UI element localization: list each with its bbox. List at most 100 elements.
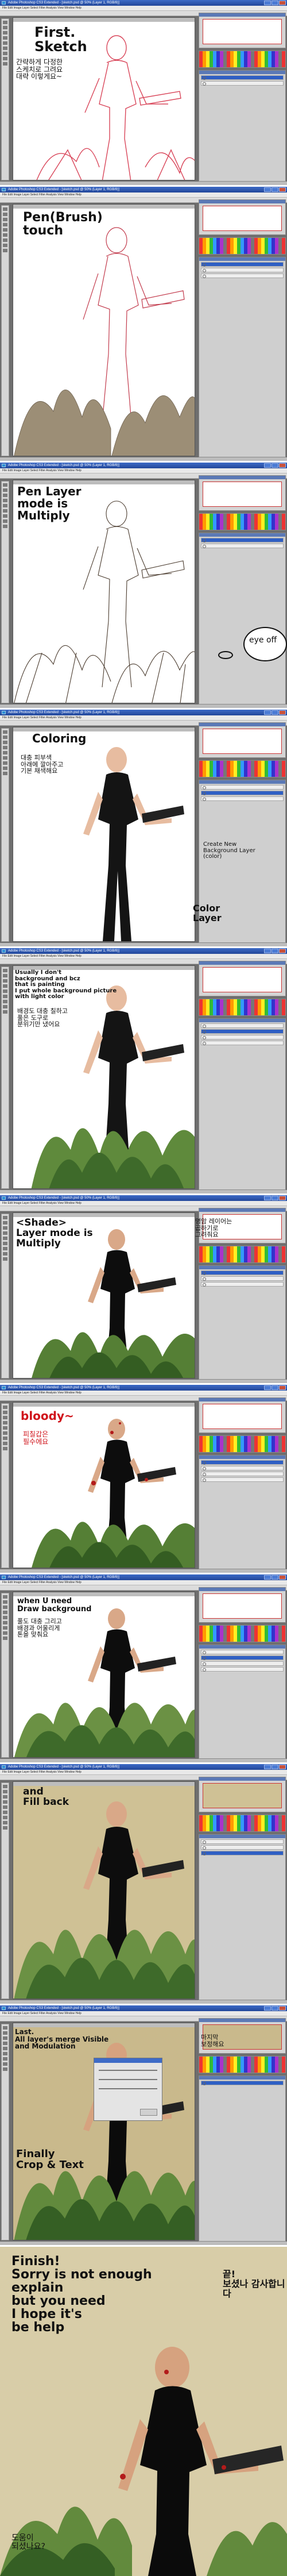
brush-tool-icon[interactable] <box>3 223 7 226</box>
navigator-panel[interactable] <box>199 13 286 48</box>
eye-icon[interactable] <box>203 275 206 278</box>
zoom-tool-icon[interactable] <box>3 525 7 528</box>
layer-row[interactable] <box>201 274 284 278</box>
menu-bar[interactable]: File Edit Image Layer Select Filter Anal… <box>0 1770 287 1775</box>
lasso-tool-icon[interactable] <box>3 2036 7 2040</box>
eye-icon[interactable] <box>203 1467 206 1470</box>
layer-row[interactable] <box>201 1650 284 1654</box>
document-canvas[interactable] <box>13 204 195 456</box>
window-titlebar[interactable]: Adobe Photoshop CS3 Extended - [sketch.p… <box>0 187 287 192</box>
tools-panel[interactable] <box>1 1403 9 1568</box>
menu-bar[interactable]: File Edit Image Layer Select Filter Anal… <box>0 1580 287 1585</box>
window-titlebar[interactable]: Adobe Photoshop CS3 Extended - [sketch.p… <box>0 1195 287 1201</box>
navigator-panel[interactable] <box>199 1397 286 1433</box>
menu-bar[interactable]: File Edit Image Layer Select Filter Anal… <box>0 1201 287 1206</box>
zoom-tool-icon[interactable] <box>3 249 7 252</box>
maximize-icon[interactable] <box>272 1575 278 1580</box>
gradient-tool-icon[interactable] <box>3 2052 7 2055</box>
eye-icon[interactable] <box>203 82 206 86</box>
eraser-tool-icon[interactable] <box>3 504 7 507</box>
close-icon[interactable] <box>279 1385 286 1390</box>
navigator-panel[interactable] <box>199 199 286 235</box>
marquee-tool-icon[interactable] <box>3 488 7 492</box>
layer-row[interactable] <box>201 791 284 795</box>
eye-icon[interactable] <box>203 1461 206 1465</box>
move-tool-icon[interactable] <box>3 1406 7 1409</box>
eye-icon[interactable] <box>203 1473 206 1476</box>
eraser-tool-icon[interactable] <box>3 1805 7 1809</box>
eraser-tool-icon[interactable] <box>3 2047 7 2050</box>
gradient-tool-icon[interactable] <box>3 756 7 760</box>
move-tool-icon[interactable] <box>3 969 7 972</box>
swatches-panel[interactable] <box>199 999 286 1016</box>
tools-panel[interactable] <box>1 205 9 456</box>
eye-icon[interactable] <box>203 545 206 548</box>
swatches-panel[interactable] <box>199 1435 286 1453</box>
adjustment-slider[interactable] <box>99 2088 157 2089</box>
close-icon[interactable] <box>279 2006 286 2011</box>
lasso-tool-icon[interactable] <box>3 1416 7 1419</box>
window-titlebar[interactable]: Adobe Photoshop CS3 Extended - [sketch.p… <box>0 1385 287 1391</box>
move-tool-icon[interactable] <box>3 1216 7 1219</box>
brush-tool-icon[interactable] <box>3 1800 7 1804</box>
eye-icon[interactable] <box>203 1662 206 1666</box>
layers-panel[interactable] <box>199 1455 286 1569</box>
brush-tool-icon[interactable] <box>3 1421 7 1424</box>
document-canvas[interactable] <box>13 2023 195 2240</box>
window-titlebar[interactable]: Adobe Photoshop CS3 Extended - [sketch.p… <box>0 1764 287 1770</box>
layer-row[interactable] <box>201 1276 284 1281</box>
type-tool-icon[interactable] <box>3 514 7 518</box>
hand-tool-icon[interactable] <box>3 1631 7 1635</box>
eye-icon[interactable] <box>203 786 206 790</box>
maximize-icon[interactable] <box>272 1765 278 1769</box>
marquee-tool-icon[interactable] <box>3 2031 7 2035</box>
layer-row[interactable] <box>201 544 284 548</box>
layers-panel[interactable] <box>199 1018 286 1190</box>
navigator-thumbnail[interactable] <box>203 1593 282 1619</box>
maximize-icon[interactable] <box>272 1196 278 1200</box>
minimize-icon[interactable] <box>264 2006 271 2011</box>
maximize-icon[interactable] <box>272 187 278 192</box>
maximize-icon[interactable] <box>272 949 278 953</box>
layer-row[interactable] <box>201 785 284 790</box>
window-titlebar[interactable]: Adobe Photoshop CS3 Extended - [sketch.p… <box>0 1574 287 1580</box>
marquee-tool-icon[interactable] <box>3 1600 7 1604</box>
hand-tool-icon[interactable] <box>3 519 7 523</box>
layers-panel[interactable] <box>199 1265 286 1380</box>
layer-row[interactable] <box>201 538 284 542</box>
tools-panel[interactable] <box>1 481 9 703</box>
layers-panel[interactable] <box>199 2076 286 2242</box>
minimize-icon[interactable] <box>264 1765 271 1769</box>
adjustment-slider[interactable] <box>99 2070 157 2071</box>
tools-panel[interactable] <box>1 1593 9 1758</box>
layer-row[interactable] <box>201 1472 284 1476</box>
layer-row[interactable] <box>201 1282 284 1287</box>
window-titlebar[interactable]: Adobe Photoshop CS3 Extended - [sketch.p… <box>0 710 287 715</box>
eye-icon[interactable] <box>203 1277 206 1281</box>
marquee-tool-icon[interactable] <box>3 213 7 216</box>
lasso-tool-icon[interactable] <box>3 979 7 983</box>
minimize-icon[interactable] <box>264 463 271 468</box>
close-icon[interactable] <box>279 463 286 468</box>
swatches-panel[interactable] <box>199 513 286 530</box>
eraser-tool-icon[interactable] <box>3 41 7 45</box>
swatches-panel[interactable] <box>199 1625 286 1642</box>
tools-panel[interactable] <box>1 1782 9 1999</box>
type-tool-icon[interactable] <box>3 1437 7 1440</box>
type-tool-icon[interactable] <box>3 2057 7 2061</box>
menu-bar[interactable]: File Edit Image Layer Select Filter Anal… <box>0 6 287 11</box>
navigator-thumbnail[interactable] <box>203 19 282 44</box>
eraser-tool-icon[interactable] <box>3 989 7 993</box>
eraser-tool-icon[interactable] <box>3 228 7 232</box>
eye-icon[interactable] <box>203 1651 206 1654</box>
close-icon[interactable] <box>279 949 286 953</box>
layer-row[interactable] <box>201 1845 284 1850</box>
document-canvas[interactable] <box>13 1592 195 1758</box>
brush-tool-icon[interactable] <box>3 746 7 749</box>
layer-row[interactable] <box>201 1851 284 1855</box>
menu-bar[interactable]: File Edit Image Layer Select Filter Anal… <box>0 192 287 198</box>
navigator-thumbnail[interactable] <box>203 1783 282 1808</box>
eye-icon[interactable] <box>203 1283 206 1287</box>
eraser-tool-icon[interactable] <box>3 1426 7 1430</box>
swatches-panel[interactable] <box>199 2056 286 2073</box>
